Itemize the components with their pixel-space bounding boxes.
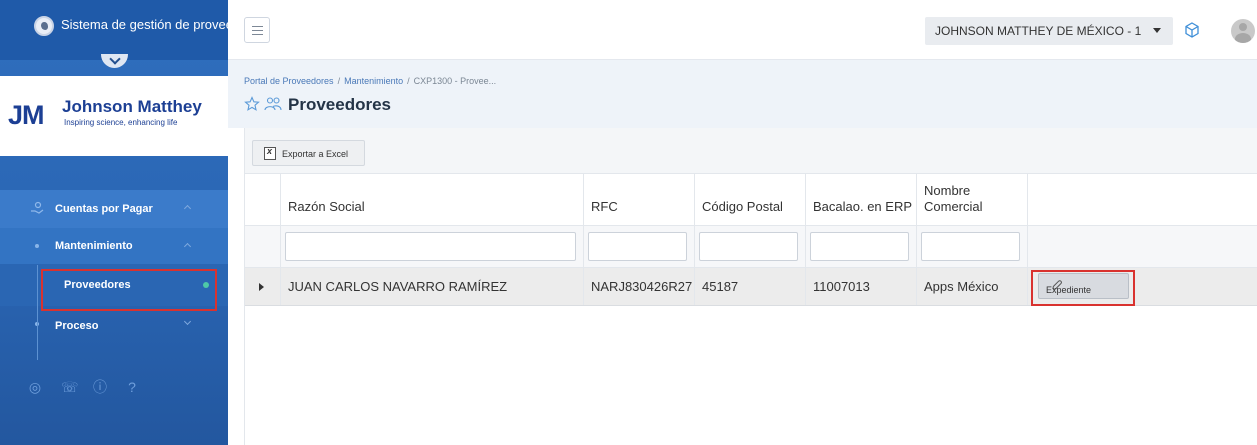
money-hand-icon — [31, 201, 44, 214]
sidebar-collapse-button[interactable] — [101, 54, 128, 68]
sidebar-tools: ◎ ☏ ⓘ ? — [0, 372, 228, 402]
expand-arrow-icon[interactable] — [259, 283, 264, 291]
main-content: Exportar a Excel Razón Social RFC Código… — [244, 128, 1257, 445]
chevron-up-icon — [183, 242, 192, 251]
sidebar-item-label: Proceso — [55, 320, 99, 332]
cell-erp: 11007013 — [805, 268, 916, 305]
menu-toggle-button[interactable] — [244, 17, 270, 43]
sidebar-item-label: Cuentas por Pagar — [55, 203, 153, 215]
logo-name: Johnson Matthey — [62, 97, 202, 116]
filter-razon-social-input[interactable] — [285, 232, 576, 261]
breadcrumb-current: CXP1300 - Provee... — [413, 76, 497, 86]
sidebar-item-proceso[interactable]: Proceso — [0, 306, 228, 346]
grid-header-row: Razón Social RFC Código Postal Bacalao. … — [245, 174, 1257, 226]
column-header-nombre-comercial[interactable]: Nombre Comercial — [916, 174, 1027, 225]
sidebar-header: Sistema de gestión de proveedores — [0, 0, 228, 60]
sidebar: Sistema de gestión de proveedores JM Joh… — [0, 0, 228, 445]
actions-column-header — [1027, 174, 1257, 225]
chevron-up-icon — [183, 204, 192, 213]
excel-icon — [264, 146, 276, 160]
sidebar-item-cuentas-por-pagar[interactable]: Cuentas por Pagar — [0, 190, 228, 228]
help-icon[interactable]: ? — [125, 380, 139, 394]
caret-down-icon — [1153, 28, 1161, 33]
logo-tagline: Inspiring science, enhancing life — [64, 118, 178, 127]
app-logo-icon — [34, 16, 54, 36]
filter-nombre-comercial-input[interactable] — [921, 232, 1020, 261]
expand-column-header — [245, 174, 280, 225]
export-excel-label: Exportar a Excel — [282, 149, 349, 159]
sidebar-nav: Cuentas por Pagar Mantenimiento Proveedo… — [0, 190, 228, 346]
breadcrumb-root[interactable]: Portal de Proveedores — [244, 76, 334, 86]
hamburger-line — [252, 30, 263, 31]
top-bar: JOHNSON MATTHEY DE MÉXICO - 1 — [228, 0, 1257, 60]
company-select-value: JOHNSON MATTHEY DE MÉXICO - 1 — [935, 24, 1142, 38]
info-icon[interactable]: ⓘ — [93, 380, 107, 394]
column-header-rfc[interactable]: RFC — [583, 174, 694, 225]
company-select[interactable]: JOHNSON MATTHEY DE MÉXICO - 1 — [925, 17, 1173, 45]
column-header-erp[interactable]: Bacalao. en ERP — [805, 174, 916, 225]
bullet-icon — [35, 244, 39, 248]
company-logo: JM Johnson Matthey Inspiring science, en… — [0, 76, 228, 156]
sidebar-item-mantenimiento[interactable]: Mantenimiento — [0, 228, 228, 264]
filter-codigo-postal-input[interactable] — [699, 232, 798, 261]
filter-spacer — [245, 226, 280, 267]
filter-erp-input[interactable] — [810, 232, 909, 261]
column-header-codigo-postal[interactable]: Código Postal — [694, 174, 805, 225]
filter-rfc-input[interactable] — [588, 232, 687, 261]
logo-initials: JM — [8, 100, 45, 130]
avatar[interactable] — [1231, 19, 1255, 43]
row-expand-cell[interactable] — [245, 268, 280, 305]
chevron-down-icon — [183, 317, 192, 326]
app-title: Sistema de gestión de proveedores — [61, 17, 228, 32]
nav-tree-line — [37, 265, 38, 360]
grid-toolbar: Exportar a Excel — [245, 128, 1257, 174]
hamburger-line — [252, 26, 263, 27]
expediente-highlight — [1031, 270, 1135, 306]
hamburger-line — [252, 34, 263, 35]
grid-filter-row — [245, 226, 1257, 268]
star-icon[interactable] — [244, 96, 260, 112]
cell-nombre-comercial: Apps México — [916, 268, 1027, 305]
phone-icon[interactable]: ☏ — [61, 380, 79, 394]
column-header-razon-social[interactable]: Razón Social — [280, 174, 583, 225]
breadcrumb-section[interactable]: Mantenimiento — [344, 76, 403, 86]
proveedores-highlight — [41, 269, 217, 311]
cell-codigo-postal: 45187 — [694, 268, 805, 305]
users-icon — [264, 97, 282, 111]
filter-actions-spacer — [1027, 226, 1257, 267]
globe-icon[interactable]: ◎ — [28, 380, 42, 394]
page-header: Portal de Proveedores / Mantenimiento / CXP1… — [228, 60, 1257, 128]
export-excel-button[interactable]: Exportar a Excel — [252, 140, 365, 166]
cube-icon[interactable] — [1184, 22, 1200, 38]
cell-razon-social: JUAN CARLOS NAVARRO RAMÍREZ — [280, 268, 583, 305]
page-title: Proveedores — [288, 95, 391, 114]
cell-rfc: NARJ830426R27 — [583, 268, 694, 305]
breadcrumb: Portal de Proveedores / Mantenimiento / CXP1… — [244, 76, 497, 86]
sidebar-item-label: Mantenimiento — [55, 240, 133, 252]
